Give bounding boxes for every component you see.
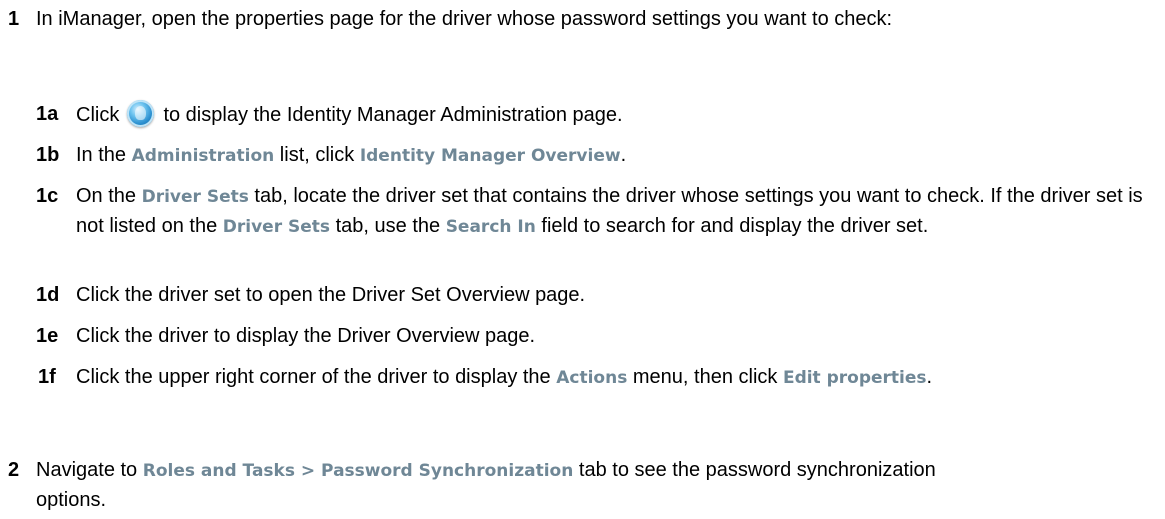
step-2: 2 Navigate to Roles and Tasks > Password… [8,456,1008,515]
actions-menu-ref[interactable]: Actions [556,368,627,388]
driver-sets-tab-ref[interactable]: Driver Sets [223,217,330,237]
password-synchronization-tab-ref[interactable]: Roles and Tasks > Password Synchronizati… [143,461,574,481]
substep-text-pre: Click [76,104,125,126]
substep-text: Click the upper right corner of the driv… [76,363,1038,393]
administration-link[interactable]: Administration [132,146,275,166]
substep-text: In the Administration list, click Identi… [76,141,1156,171]
text-fragment: Click the upper right corner of the driv… [76,366,557,388]
text-fragment: . [926,366,933,388]
driver-sets-tab-ref[interactable]: Driver Sets [142,187,249,207]
text-fragment: On the [76,185,142,207]
text-fragment: list, click [274,144,360,166]
substep-number: 1d [36,284,60,306]
substep-number: 1c [36,185,59,207]
substep-text: Click the driver to display the Driver O… [76,325,536,347]
identity-manager-icon[interactable] [126,100,154,127]
substep-1e: 1e Click the driver to display the Drive… [36,322,1156,351]
substep-number: 1f [38,366,56,388]
substep-text: Click the driver set to open the Driver … [76,284,586,306]
text-fragment: field to search for and display the driv… [535,215,929,237]
substep-number: 1b [36,144,60,166]
substep-1a: 1a Click to display the Identity Manager… [36,100,1156,130]
step-1: 1 In iManager, open the properties page … [8,5,1158,34]
substep-text: On the Driver Sets tab, locate the drive… [76,182,1156,242]
substep-number: 1e [36,325,59,347]
identity-manager-overview-link[interactable]: Identity Manager Overview [360,146,621,166]
substep-1f: 1f Click the upper right corner of the d… [38,363,1038,393]
substep-text: Click to display the Identity Manager Ad… [76,100,1156,130]
substep-1d: 1d Click the driver set to open the Driv… [36,281,1156,310]
step-number: 1 [8,8,20,30]
step-text: Navigate to Roles and Tasks > Password S… [36,456,1008,515]
text-fragment: Navigate to [36,459,143,481]
text-fragment: . [620,144,627,166]
step-text: In iManager, open the properties page fo… [36,8,893,30]
substep-1c: 1c On the Driver Sets tab, locate the dr… [36,182,1156,242]
substep-text-post: to display the Identity Manager Administ… [157,104,623,126]
edit-properties-link[interactable]: Edit properties [783,368,927,388]
text-fragment: menu, then click [627,366,783,388]
text-fragment: In the [76,144,132,166]
step-number: 2 [8,459,20,481]
text-fragment: tab, use the [330,215,446,237]
search-in-field-ref[interactable]: Search In [446,217,536,237]
substep-number: 1a [36,103,59,125]
substep-1b: 1b In the Administration list, click Ide… [36,141,1156,171]
